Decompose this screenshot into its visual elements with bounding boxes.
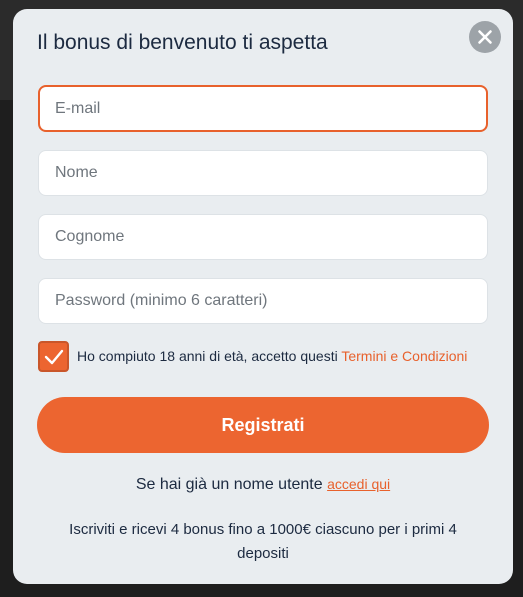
- age-terms-checkbox[interactable]: [38, 341, 69, 372]
- surname-field[interactable]: [38, 214, 488, 260]
- email-field[interactable]: [38, 85, 488, 132]
- close-button[interactable]: [469, 21, 501, 53]
- terms-link[interactable]: Termini e Condizioni: [341, 348, 467, 364]
- bonus-description: Iscriviti e ricevi 4 bonus fino a 1000€ …: [69, 521, 457, 562]
- name-field[interactable]: [38, 150, 488, 196]
- register-button[interactable]: Registrati: [37, 397, 489, 453]
- consent-text: Ho compiuto 18 anni di età, accetto ques…: [77, 348, 342, 364]
- checkmark-icon: [44, 349, 64, 365]
- close-icon: [478, 30, 492, 44]
- modal-title: Il bonus di benvenuto ti aspetta: [37, 31, 328, 54]
- login-prefix: Se hai già un nome utente: [135, 476, 328, 493]
- password-field[interactable]: [38, 278, 488, 324]
- consent-label: Ho compiuto 18 anni di età, accetto ques…: [77, 348, 467, 364]
- login-prompt: Se hai già un nome utente accedi qui: [13, 476, 513, 494]
- signup-modal: Il bonus di benvenuto ti aspetta Ho comp…: [13, 9, 513, 584]
- login-link[interactable]: accedi qui: [327, 476, 390, 492]
